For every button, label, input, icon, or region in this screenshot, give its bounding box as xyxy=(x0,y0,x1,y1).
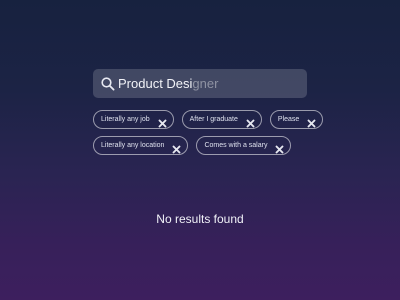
close-icon[interactable] xyxy=(172,141,181,154)
search-bar[interactable]: Product Designer xyxy=(93,69,307,98)
filter-chip[interactable]: After I graduate xyxy=(181,110,262,129)
filter-chips-row-2: Literally any location Comes with a sala… xyxy=(93,136,292,155)
filter-chip[interactable]: Literally any location xyxy=(93,136,189,155)
close-icon[interactable] xyxy=(158,115,167,128)
filter-chip[interactable]: Please xyxy=(269,110,324,129)
search-icon xyxy=(100,76,116,92)
no-results-message: No results found xyxy=(156,212,244,226)
close-icon[interactable] xyxy=(275,141,284,154)
close-icon[interactable] xyxy=(307,115,316,128)
close-icon[interactable] xyxy=(246,115,255,128)
search-typed-text: Product Desi xyxy=(118,76,193,91)
filter-chip-label: Literally any job xyxy=(101,116,150,123)
filter-chip-label: Literally any location xyxy=(101,142,165,149)
filter-chip-label: Comes with a salary xyxy=(204,142,268,149)
filter-chips-row-1: Literally any job After I graduate Pleas… xyxy=(93,110,324,129)
filter-chip-label: Please xyxy=(277,116,300,123)
filter-chip[interactable]: Literally any job xyxy=(93,110,174,129)
filter-chip[interactable]: Comes with a salary xyxy=(196,136,292,155)
filter-chip-label: After I graduate xyxy=(189,116,238,123)
search-autocomplete-hint: gner xyxy=(192,76,219,91)
search-input[interactable]: Product Designer xyxy=(118,69,218,98)
